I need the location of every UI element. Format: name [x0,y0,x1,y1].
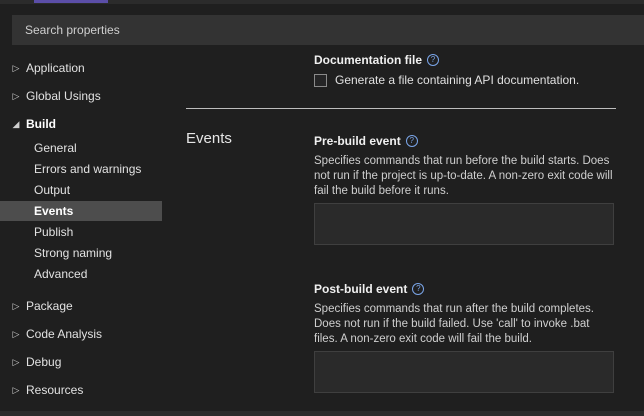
search-placeholder: Search properties [25,23,120,37]
sidebar-item-events[interactable]: Events [0,201,162,221]
sidebar-item-application[interactable]: ▷ Application [0,58,162,78]
sidebar-item-global-usings[interactable]: ▷ Global Usings [0,86,162,106]
sidebar-item-debug[interactable]: ▷ Debug [0,352,162,372]
sidebar-item-label: Build [26,117,56,131]
post-build-event-field: Post-build event ? Specifies commands th… [314,282,614,393]
sidebar-item-label: Events [34,204,74,218]
field-title: Documentation file ? [314,53,579,67]
sidebar-item-label: General [34,141,77,155]
sidebar-item-label: Debug [26,355,62,369]
sidebar-item-strong-naming[interactable]: Strong naming [0,243,162,263]
documentation-checkbox-label[interactable]: Generate a file containing API documenta… [335,73,579,87]
sidebar-item-label: Application [26,61,85,75]
pre-build-event-input[interactable] [314,203,614,245]
sidebar-item-label: Global Usings [26,89,101,103]
chevron-right-icon: ▷ [12,328,20,339]
sidebar-item-resources[interactable]: ▷ Resources [0,380,162,400]
chevron-right-icon: ▷ [12,90,20,101]
sidebar-item-label: Publish [34,225,74,239]
sidebar-item-advanced[interactable]: Advanced [0,264,162,284]
sidebar-item-label: Advanced [34,267,88,281]
sidebar-item-build[interactable]: ◢ Build [0,114,162,134]
sidebar-item-code-analysis[interactable]: ▷ Code Analysis [0,324,162,344]
chevron-right-icon: ▷ [12,62,20,73]
chevron-down-icon: ◢ [12,118,20,129]
field-title: Pre-build event ? [314,134,614,148]
sidebar-item-package[interactable]: ▷ Package [0,296,162,316]
sidebar-item-general[interactable]: General [0,138,162,158]
sidebar-item-label: Package [26,299,73,313]
help-icon[interactable]: ? [412,283,425,295]
documentation-checkbox-row[interactable]: Generate a file containing API documenta… [314,73,579,87]
chevron-right-icon: ▷ [12,300,20,311]
documentation-file-field: Documentation file ? Generate a file con… [314,53,579,87]
sidebar-item-label: Code Analysis [26,327,103,341]
documentation-file-title: Documentation file [314,53,423,67]
chevron-right-icon: ▷ [12,384,20,395]
help-icon[interactable]: ? [405,135,418,147]
post-build-event-title: Post-build event [314,282,408,296]
active-tab-indicator [34,0,108,3]
documentation-checkbox[interactable] [314,73,327,87]
sidebar-item-errors-and-warnings[interactable]: Errors and warnings [0,159,162,179]
sidebar-item-label: Errors and warnings [34,162,142,176]
sidebar-item-label: Resources [26,383,84,397]
sidebar-item-label: Strong naming [34,246,113,260]
sidebar-item-publish[interactable]: Publish [0,222,162,242]
search-input[interactable]: Search properties [12,15,644,45]
top-strip [0,0,644,4]
field-title: Post-build event ? [314,282,614,296]
pre-build-event-field: Pre-build event ? Specifies commands tha… [314,134,614,245]
sidebar-item-output[interactable]: Output [0,180,162,200]
chevron-right-icon: ▷ [12,356,20,367]
bottom-strip [0,411,644,416]
sidebar-item-label: Output [34,183,71,197]
section-divider [186,108,616,109]
pre-build-event-title: Pre-build event [314,134,401,148]
events-section-title: Events [186,130,232,147]
post-build-event-input[interactable] [314,351,614,393]
help-icon[interactable]: ? [427,54,440,66]
post-build-event-description: Specifies commands that run after the bu… [314,303,594,345]
pre-build-event-description: Specifies commands that run before the b… [314,155,613,197]
